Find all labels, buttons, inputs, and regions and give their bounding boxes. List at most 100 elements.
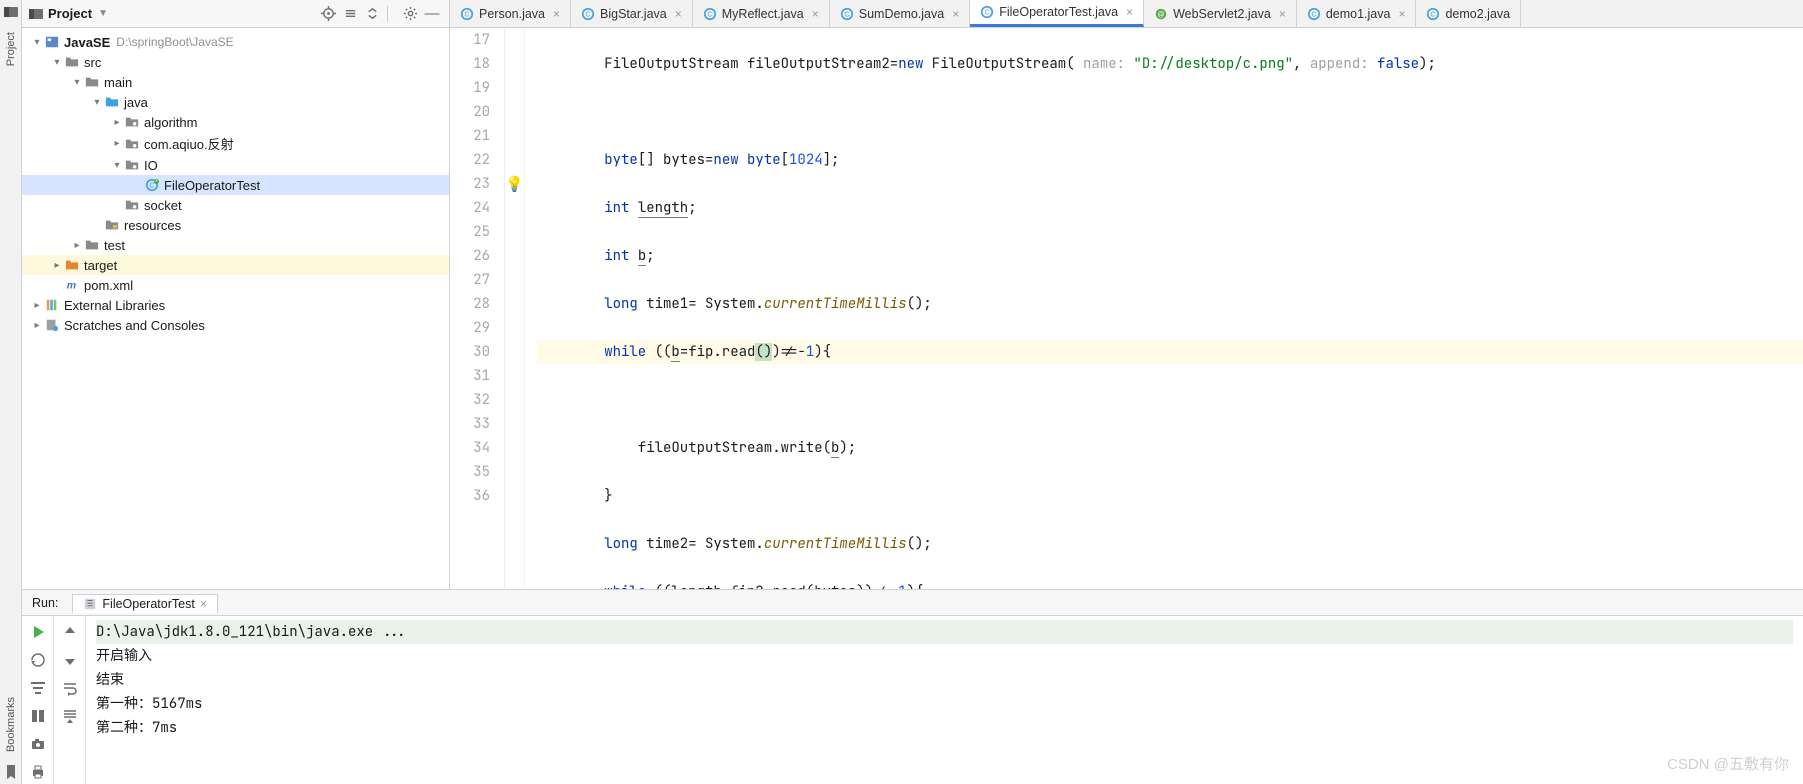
print-button[interactable] <box>26 760 50 784</box>
collapse-all-button[interactable] <box>361 3 383 25</box>
tree-reflect[interactable]: ▸com.aqiuo.反射 <box>22 132 449 155</box>
tree-resources[interactable]: resources <box>22 215 449 235</box>
stop-button[interactable] <box>26 648 50 672</box>
maven-icon: m <box>64 277 80 293</box>
gutter-markers: 💡 <box>505 28 525 589</box>
scroll-to-end-button[interactable] <box>58 704 82 728</box>
project-header: Project ▼ — <box>22 0 449 28</box>
filter-button[interactable] <box>26 676 50 700</box>
tree-test[interactable]: ▸test <box>22 235 449 255</box>
expand-all-button[interactable] <box>339 3 361 25</box>
chevron-down-icon[interactable]: ▾ <box>70 77 84 88</box>
console-line: 第一种：5167ms <box>96 692 1793 716</box>
tab-fileop[interactable]: CFileOperatorTest.java× <box>970 0 1144 27</box>
console-line: 开启输入 <box>96 644 1793 668</box>
rail-tab-bookmarks[interactable]: Bookmarks <box>3 689 19 760</box>
rerun-button[interactable] <box>26 620 50 644</box>
tree-extlib[interactable]: ▸External Libraries <box>22 295 449 315</box>
chevron-right-icon[interactable]: ▸ <box>110 138 124 149</box>
project-header-dropdown-icon[interactable]: ▼ <box>98 8 108 19</box>
tab-webserv[interactable]: @WebServlet2.java× <box>1144 0 1297 27</box>
close-icon[interactable]: × <box>952 7 959 21</box>
code-text[interactable]: FileOutputStream fileOutputStream2=new F… <box>525 28 1803 589</box>
libraries-icon <box>44 297 60 313</box>
bookmarks-rail-icon[interactable] <box>3 764 19 780</box>
package-icon <box>124 114 140 130</box>
svg-text:C: C <box>1431 11 1436 18</box>
tree-src[interactable]: ▾src <box>22 52 449 72</box>
tab-sumdemo[interactable]: CSumDemo.java× <box>830 0 970 27</box>
run-config-tab[interactable]: FileOperatorTest × <box>72 594 218 613</box>
chevron-down-icon[interactable]: ▾ <box>110 160 124 171</box>
up-button[interactable] <box>58 620 82 644</box>
java-class-icon: C <box>1307 7 1321 21</box>
folder-icon <box>84 74 100 90</box>
tab-myreflect[interactable]: CMyReflect.java× <box>693 0 830 27</box>
run-header: Run: FileOperatorTest × <box>22 590 1803 616</box>
settings-button[interactable] <box>399 3 421 25</box>
close-icon[interactable]: × <box>553 7 560 21</box>
java-class-icon: C <box>840 7 854 21</box>
tab-bigstar[interactable]: CBigStar.java× <box>571 0 693 27</box>
svg-text:m: m <box>67 280 76 292</box>
tree-fileop[interactable]: CFileOperatorTest <box>22 175 449 195</box>
chevron-right-icon[interactable]: ▸ <box>30 320 44 331</box>
close-icon[interactable]: × <box>812 7 819 21</box>
tab-demo1[interactable]: Cdemo1.java× <box>1297 0 1417 27</box>
java-class-icon: C <box>581 7 595 21</box>
project-rail-icon[interactable] <box>3 4 19 20</box>
chevron-right-icon[interactable]: ▸ <box>70 240 84 251</box>
java-class-icon: C <box>144 177 160 193</box>
tree-main[interactable]: ▾main <box>22 72 449 92</box>
chevron-down-icon[interactable]: ▾ <box>30 37 44 48</box>
chevron-right-icon[interactable]: ▸ <box>50 260 64 271</box>
editor-tab-strip: CPerson.java× CBigStar.java× CMyReflect.… <box>450 0 1803 28</box>
close-icon[interactable]: × <box>1126 5 1133 19</box>
locate-button[interactable] <box>317 3 339 25</box>
chevron-down-icon[interactable]: ▾ <box>50 57 64 68</box>
java-class-icon: C <box>1426 7 1440 21</box>
tree-algorithm[interactable]: ▸algorithm <box>22 112 449 132</box>
project-view-icon <box>28 6 44 22</box>
run-body: D:\Java\jdk1.8.0_121\bin\java.exe ... 开启… <box>22 616 1803 784</box>
tree-pom[interactable]: mpom.xml <box>22 275 449 295</box>
console-line: 结束 <box>96 668 1793 692</box>
project-tree[interactable]: ▾JavaSED:\springBoot\JavaSE ▾src ▾main ▾… <box>22 28 449 589</box>
layout-button[interactable] <box>26 704 50 728</box>
project-header-title[interactable]: Project <box>48 6 92 21</box>
close-icon[interactable]: × <box>1398 7 1405 21</box>
tree-scratch[interactable]: ▸Scratches and Consoles <box>22 315 449 335</box>
resources-folder-icon <box>104 217 120 233</box>
left-tool-rail: Project Bookmarks <box>0 0 22 784</box>
java-class-icon: C <box>980 5 994 19</box>
tab-demo2[interactable]: Cdemo2.java <box>1416 0 1521 27</box>
editor-area: CPerson.java× CBigStar.java× CMyReflect.… <box>450 0 1803 589</box>
tree-socket[interactable]: socket <box>22 195 449 215</box>
package-icon <box>124 136 140 152</box>
tree-java[interactable]: ▾java <box>22 92 449 112</box>
hide-button[interactable]: — <box>421 3 443 25</box>
tree-target[interactable]: ▸target <box>22 255 449 275</box>
code-editor[interactable]: 17 18 19 20 21 22 23 24 25 26 27 28 29 3… <box>450 28 1803 589</box>
tab-person[interactable]: CPerson.java× <box>450 0 571 27</box>
tree-root[interactable]: ▾JavaSED:\springBoot\JavaSE <box>22 32 449 52</box>
chevron-right-icon[interactable]: ▸ <box>110 117 124 128</box>
servlet-icon: @ <box>1154 7 1168 21</box>
console-output[interactable]: D:\Java\jdk1.8.0_121\bin\java.exe ... 开启… <box>86 616 1803 784</box>
soft-wrap-button[interactable] <box>58 676 82 700</box>
intention-bulb-icon[interactable]: 💡 <box>505 172 524 196</box>
java-class-icon: C <box>460 7 474 21</box>
chevron-right-icon[interactable]: ▸ <box>30 300 44 311</box>
close-icon[interactable]: × <box>1279 7 1286 21</box>
rail-tab-project[interactable]: Project <box>3 24 19 74</box>
run-config-icon <box>83 597 97 611</box>
tree-io[interactable]: ▾IO <box>22 155 449 175</box>
down-button[interactable] <box>58 648 82 672</box>
folder-icon <box>64 54 80 70</box>
close-icon[interactable]: × <box>200 597 207 611</box>
camera-button[interactable] <box>26 732 50 756</box>
project-panel: Project ▼ — ▾JavaSED:\springBoot\JavaSE … <box>22 0 450 589</box>
close-icon[interactable]: × <box>675 7 682 21</box>
chevron-down-icon[interactable]: ▾ <box>90 97 104 108</box>
svg-text:@: @ <box>1158 11 1165 18</box>
